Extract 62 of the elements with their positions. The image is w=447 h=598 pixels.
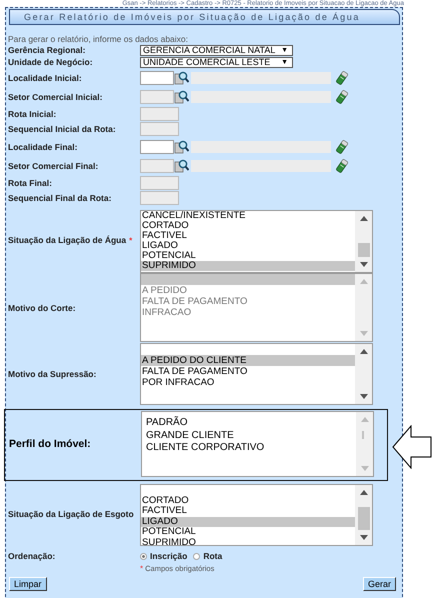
list-option[interactable]: SUPRIMIDO bbox=[141, 538, 355, 545]
list-box[interactable]: CORTADO FACTIVEL LIGADO POTENCIAL SUPRIMIDO bbox=[140, 484, 373, 546]
scrollbar[interactable] bbox=[355, 211, 372, 272]
field-label: Gerência Regional: bbox=[7, 45, 86, 55]
list-option[interactable]: SUPRIMIDO bbox=[141, 261, 355, 271]
list-option[interactable]: POTENCIAL bbox=[141, 527, 355, 538]
list-box[interactable]: A PEDIDO DO CLIENTE FALTA DE PAGAMENTO POR INFRACAO bbox=[140, 343, 373, 405]
field-label: Sequencial Inicial da Rota: bbox=[7, 124, 117, 134]
list-box[interactable]: CANCEL/INEXISTENTE CORTADO FACTIVEL LIGADO POTENCIAL SUPRIMIDO bbox=[140, 210, 373, 273]
list-option[interactable]: CORTADO bbox=[141, 496, 355, 506]
list-option[interactable]: A PEDIDO DO CLIENTE bbox=[141, 355, 355, 366]
list-option[interactable]: POR INFRACAO bbox=[141, 377, 355, 388]
field-label: Situação da Ligação de Esgoto bbox=[7, 508, 135, 518]
scrollbar[interactable] bbox=[355, 344, 372, 404]
required-mark: * bbox=[129, 236, 132, 244]
code-field[interactable] bbox=[140, 70, 174, 84]
field-label: Setor Comercial Final: bbox=[7, 160, 100, 170]
field-label: Sequencial Final da Rota: bbox=[7, 193, 112, 204]
radio-label: Rota bbox=[203, 551, 222, 561]
left-arrow-drawing[interactable] bbox=[392, 425, 432, 469]
radio-button[interactable] bbox=[193, 552, 200, 560]
radio-button[interactable] bbox=[140, 552, 147, 560]
field-label: Rota Inicial: bbox=[7, 108, 58, 119]
eraser-icon[interactable] bbox=[336, 90, 348, 104]
eraser-icon[interactable] bbox=[336, 140, 348, 154]
radio-label: Inscrição bbox=[150, 551, 188, 561]
required-mark: * bbox=[140, 564, 144, 573]
field-label: Perfil do Imóvel: bbox=[8, 438, 92, 450]
field-label: Motivo da Supressão: bbox=[7, 368, 98, 378]
instruction-text: Para gerar o relatório, informe os dados abaixo: bbox=[8, 34, 188, 44]
list-option[interactable]: CANCEL/INEXISTENTE bbox=[141, 211, 355, 221]
search-icon[interactable] bbox=[174, 90, 189, 104]
field-label: Setor Comercial Inicial: bbox=[7, 92, 104, 102]
list-option[interactable]: POTENCIAL bbox=[141, 251, 355, 261]
eraser-icon[interactable] bbox=[336, 70, 348, 84]
eraser-icon[interactable] bbox=[336, 158, 348, 172]
field-label: Localidade Inicial: bbox=[7, 72, 83, 82]
search-icon[interactable] bbox=[174, 140, 189, 154]
form-title: Gerar Relatório de Imóveis por Situação de Ligação de Água bbox=[24, 12, 360, 22]
search-icon[interactable] bbox=[174, 158, 189, 172]
list-option[interactable]: FALTA DE PAGAMENTO bbox=[141, 366, 355, 377]
list-option[interactable]: FACTIVEL bbox=[141, 231, 355, 241]
list-option[interactable]: CLIENTE CORPORATIVO bbox=[142, 442, 356, 454]
field-label: Rota Final: bbox=[7, 178, 53, 188]
list-option[interactable]: CORTADO bbox=[141, 221, 355, 231]
code-field[interactable] bbox=[140, 140, 174, 154]
field-label: Situação da Ligação de Água * bbox=[7, 234, 134, 244]
search-icon[interactable] bbox=[174, 70, 189, 84]
list-option[interactable]: PADRÃO bbox=[142, 417, 356, 430]
list-option[interactable]: LIGADO bbox=[141, 241, 355, 251]
generate-button[interactable]: Gerar bbox=[362, 577, 396, 591]
list-option[interactable]: GRANDE CLIENTE bbox=[142, 430, 356, 442]
list-option[interactable]: FACTIVEL bbox=[141, 506, 355, 516]
list-box[interactable]: PADRÃO GRANDE CLIENTE CLIENTE CORPORATIVO bbox=[141, 411, 374, 477]
scrollbar[interactable] bbox=[355, 485, 372, 545]
clear-button[interactable]: Limpar bbox=[9, 577, 47, 591]
field-label: Unidade de Negócio: bbox=[7, 57, 94, 67]
field-label: Motivo do Corte: bbox=[7, 302, 77, 312]
scrollbar[interactable] bbox=[356, 412, 373, 476]
field-label: Localidade Final: bbox=[7, 142, 78, 152]
field-label: Ordenação: bbox=[7, 551, 56, 561]
list-option[interactable]: LIGADO bbox=[141, 516, 355, 527]
